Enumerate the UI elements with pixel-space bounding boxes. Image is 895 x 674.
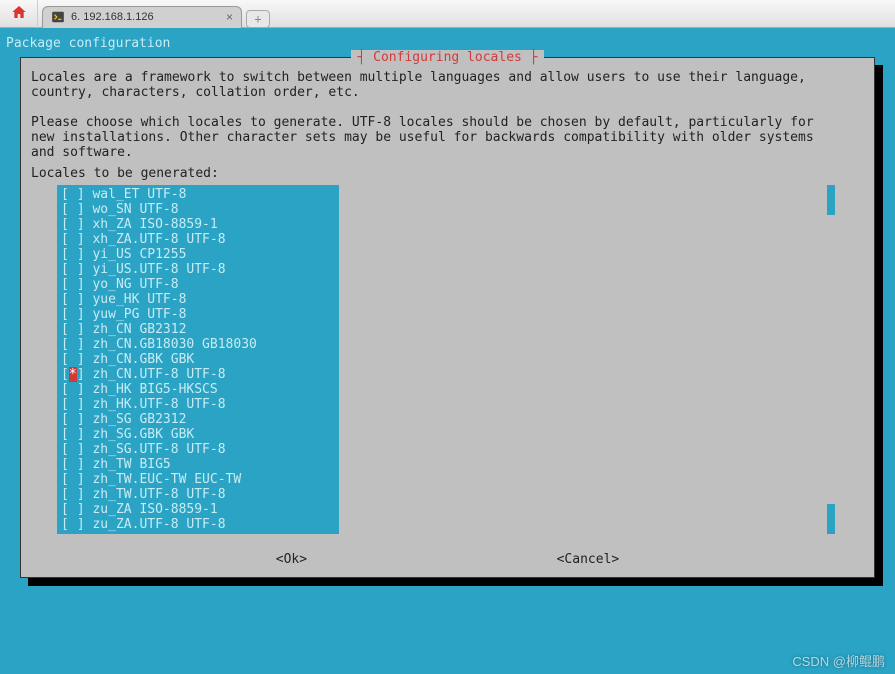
watermark: CSDN @柳鲲鹏	[792, 651, 885, 670]
locale-item[interactable]: [ ] zu_ZA.UTF-8 UTF-8	[57, 517, 339, 532]
close-icon[interactable]: ×	[226, 10, 233, 24]
locale-item[interactable]: [ ] zh_CN.GBK GBK	[57, 352, 339, 367]
package-config-header: Package configuration	[0, 36, 895, 51]
home-button[interactable]	[0, 0, 38, 28]
tab-strip: 6. 192.168.1.126 × +	[42, 0, 270, 28]
locale-list[interactable]: [ ] wal_ET UTF-8[ ] wo_SN UTF-8[ ] xh_ZA…	[57, 185, 339, 534]
plus-icon: +	[254, 12, 261, 26]
locale-item[interactable]: [ ] zh_HK BIG5-HKSCS	[57, 382, 339, 397]
locale-item[interactable]: [ ] xh_ZA ISO-8859-1	[57, 217, 339, 232]
locale-item[interactable]: [ ] zh_SG GB2312	[57, 412, 339, 427]
locale-item[interactable]: [ ] zu_ZA ISO-8859-1	[57, 502, 339, 517]
list-prompt: Locales to be generated:	[31, 166, 864, 181]
terminal-icon	[51, 10, 65, 24]
locale-item[interactable]: [ ] zh_SG.UTF-8 UTF-8	[57, 442, 339, 457]
dialog-description: Locales are a framework to switch betwee…	[31, 70, 864, 160]
locale-item[interactable]: [ ] wo_SN UTF-8	[57, 202, 339, 217]
dialog-wrap: ┤ Configuring locales ├ Locales are a fr…	[20, 57, 875, 578]
browser-chrome: 6. 192.168.1.126 × +	[0, 0, 895, 28]
locale-item[interactable]: [ ] zh_HK.UTF-8 UTF-8	[57, 397, 339, 412]
locale-item[interactable]: [ ] zh_TW BIG5	[57, 457, 339, 472]
dialog-title-text: Configuring locales	[373, 50, 522, 65]
locale-item[interactable]: [ ] zh_CN GB2312	[57, 322, 339, 337]
locale-item[interactable]: [ ] yi_US.UTF-8 UTF-8	[57, 262, 339, 277]
locale-item[interactable]: [ ] zh_CN.GB18030 GB18030	[57, 337, 339, 352]
tab-title: 6. 192.168.1.126	[71, 11, 154, 23]
locale-item[interactable]: [ ] yi_US CP1255	[57, 247, 339, 262]
dialog-title-row: ┤ Configuring locales ├	[31, 50, 864, 66]
scroll-thumb	[827, 185, 835, 215]
scroll-thumb	[827, 504, 835, 534]
locale-item[interactable]: [ ] zh_SG.GBK GBK	[57, 427, 339, 442]
locale-list-container: [ ] wal_ET UTF-8[ ] wo_SN UTF-8[ ] xh_ZA…	[57, 185, 864, 534]
cancel-button[interactable]: <Cancel>	[557, 552, 620, 567]
locale-item[interactable]: [ ] yo_NG UTF-8	[57, 277, 339, 292]
locale-item[interactable]: [ ] yuw_PG UTF-8	[57, 307, 339, 322]
locale-item[interactable]: [*] zh_CN.UTF-8 UTF-8	[57, 367, 339, 382]
locale-item[interactable]: [ ] wal_ET UTF-8	[57, 187, 339, 202]
new-tab-button[interactable]: +	[246, 10, 270, 28]
configuring-locales-dialog: ┤ Configuring locales ├ Locales are a fr…	[20, 57, 875, 578]
browser-tab[interactable]: 6. 192.168.1.126 ×	[42, 6, 242, 28]
ok-button[interactable]: <Ok>	[276, 552, 307, 567]
dialog-buttons: <Ok> <Cancel>	[31, 552, 864, 567]
terminal-area: Package configuration ┤ Configuring loca…	[0, 28, 895, 674]
home-icon	[11, 4, 27, 24]
locale-item[interactable]: [ ] zh_TW.EUC-TW EUC-TW	[57, 472, 339, 487]
scrollbar[interactable]	[827, 185, 835, 534]
dialog-title: ┤ Configuring locales ├	[351, 50, 543, 65]
locale-item[interactable]: [ ] yue_HK UTF-8	[57, 292, 339, 307]
locale-item[interactable]: [ ] zh_TW.UTF-8 UTF-8	[57, 487, 339, 502]
locale-item[interactable]: [ ] xh_ZA.UTF-8 UTF-8	[57, 232, 339, 247]
